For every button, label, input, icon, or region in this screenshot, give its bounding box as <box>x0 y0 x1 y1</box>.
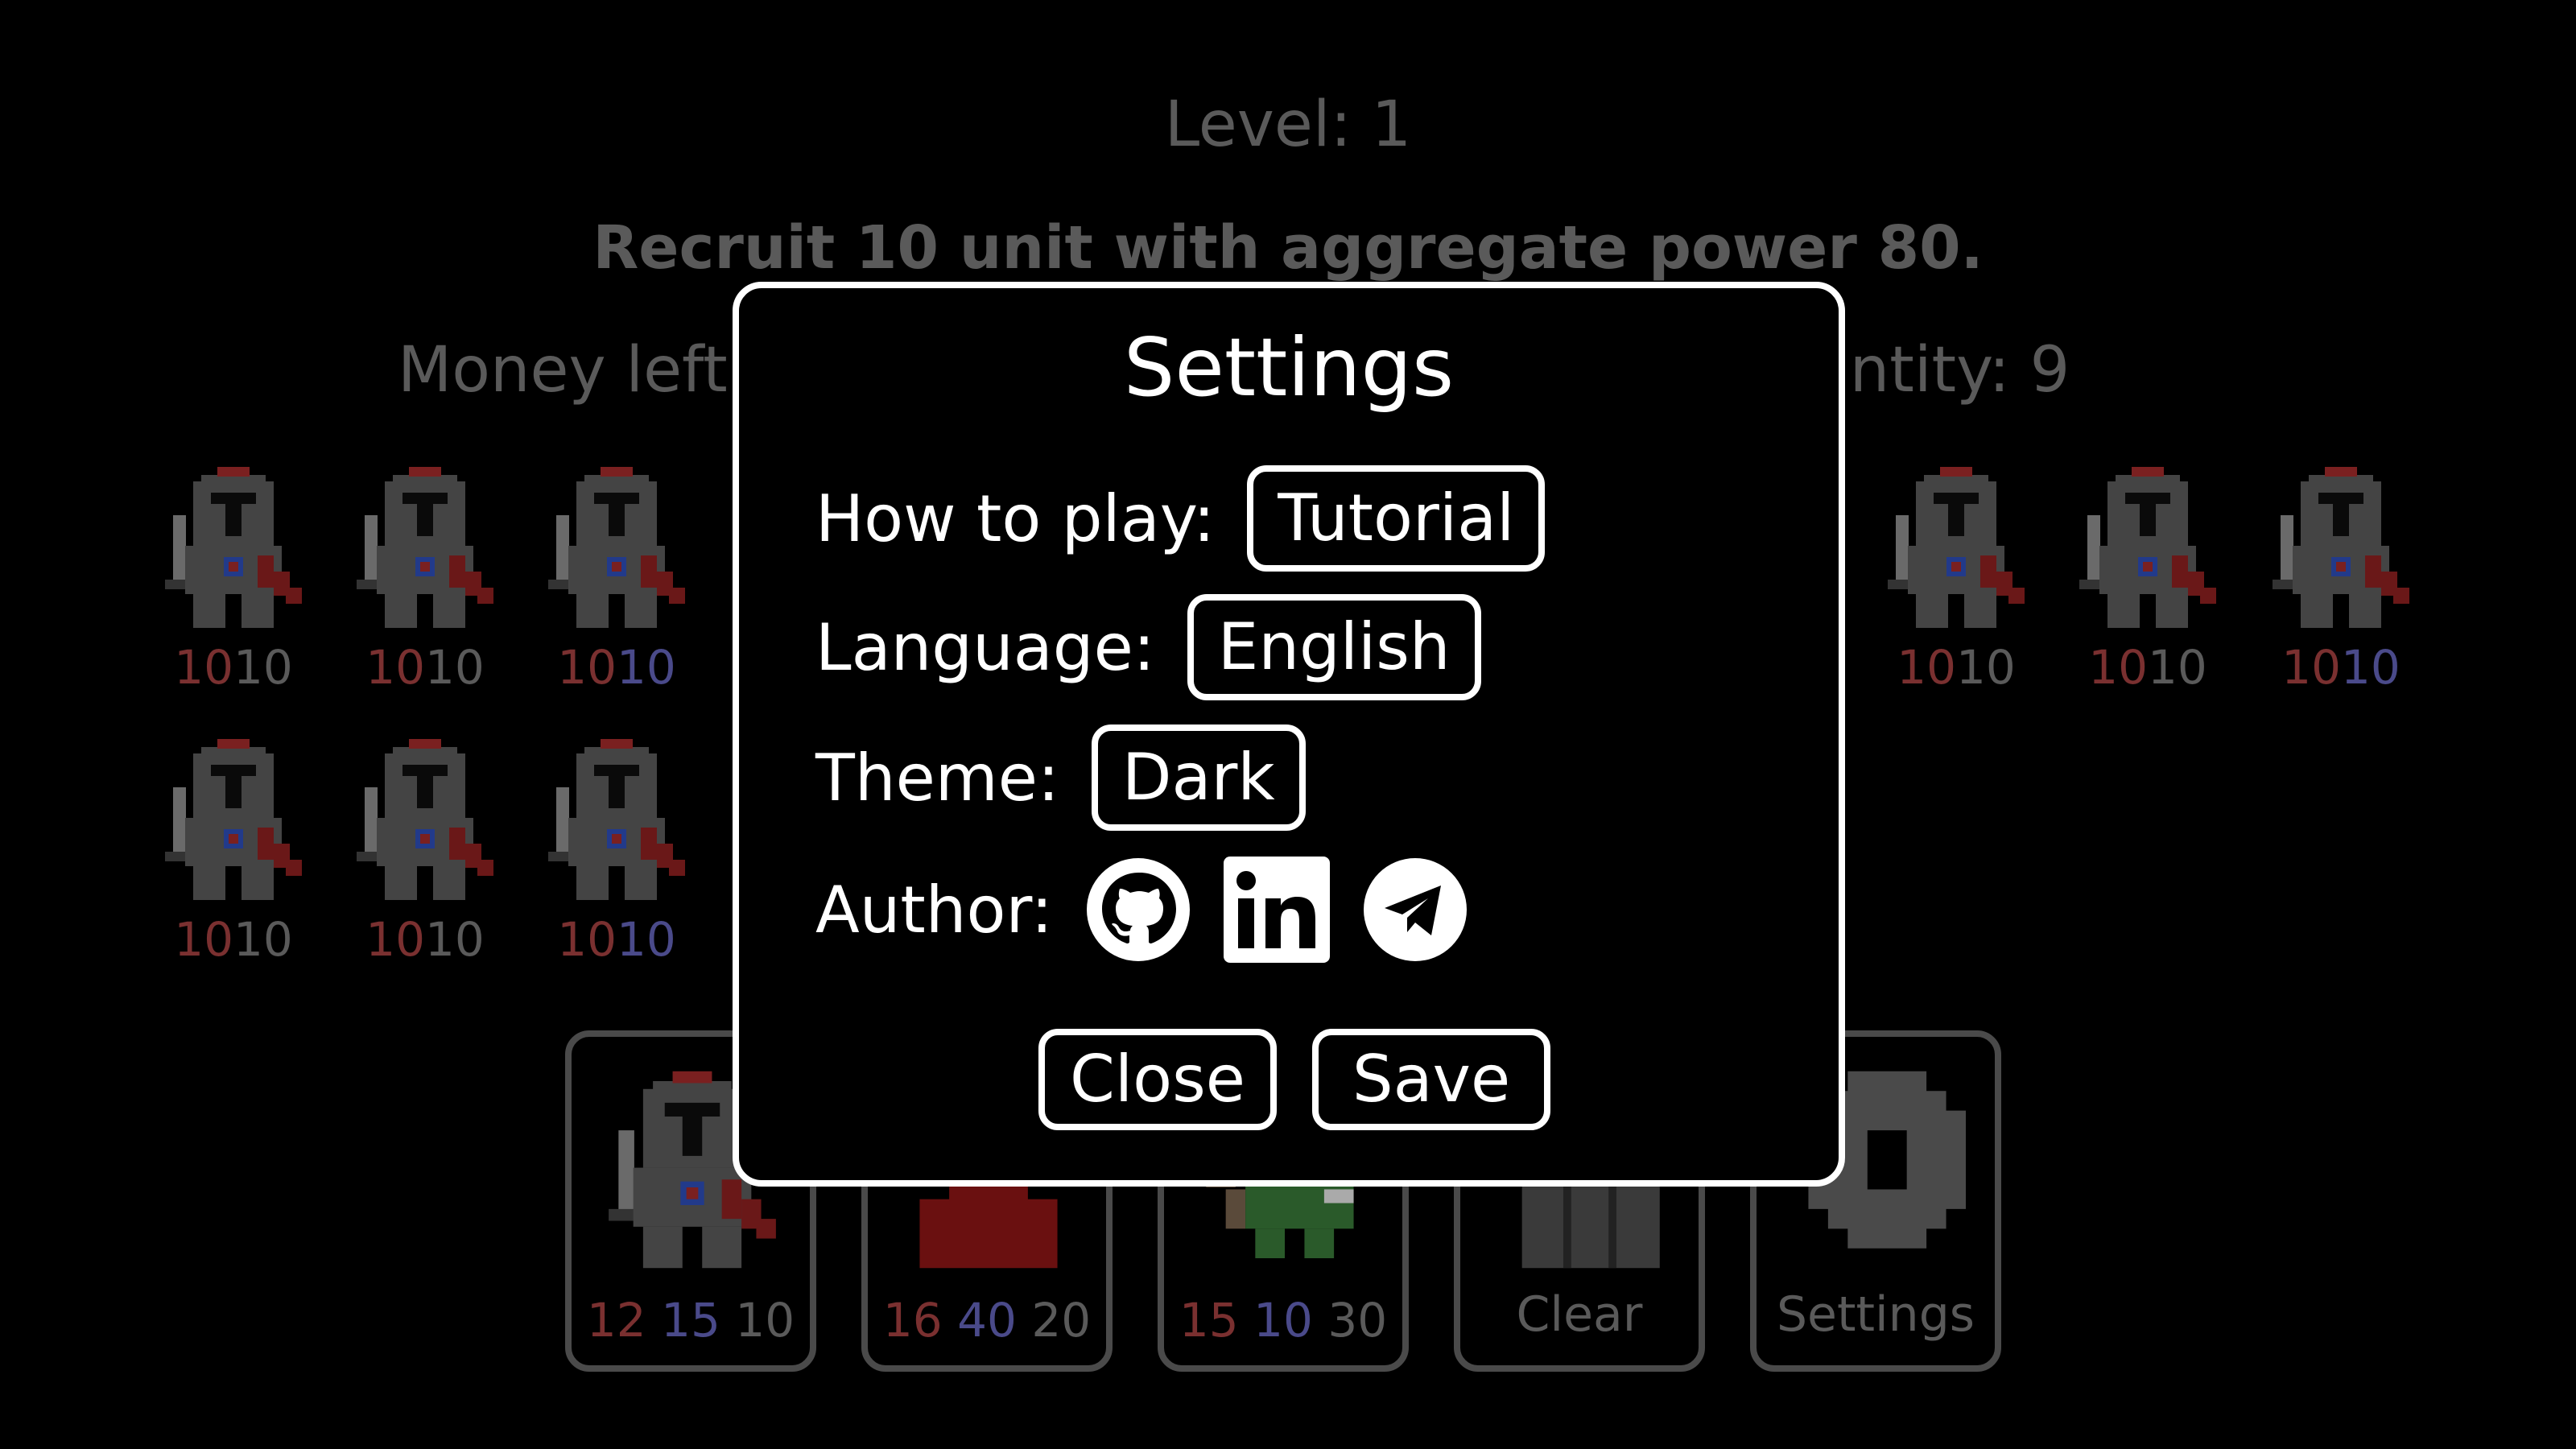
theme-row: Theme: Dark <box>815 724 1306 831</box>
army-unit: 1010 <box>1884 459 2029 708</box>
unit-defense: 10 <box>425 912 485 967</box>
card-attack: 16 <box>882 1293 943 1348</box>
language-row: Language: English <box>815 594 1481 700</box>
army-unit: 1010 <box>161 731 306 980</box>
author-label: Author: <box>815 872 1053 947</box>
card-cost: 10 <box>735 1293 795 1348</box>
linkedin-icon[interactable] <box>1223 857 1330 963</box>
knight-icon <box>2079 467 2216 628</box>
objective-text: Recruit 10 unit with aggregate power 80. <box>592 213 1984 283</box>
army-unit: 1010 <box>161 459 306 708</box>
unit-attack: 10 <box>1897 640 1956 695</box>
level-indicator: Level: 1 <box>1164 89 1412 161</box>
unit-attack: 10 <box>557 640 617 695</box>
settings-dialog: Settings How to play: Tutorial Language:… <box>733 282 1845 1187</box>
unit-attack: 10 <box>2281 640 2341 695</box>
theme-label: Theme: <box>815 740 1059 815</box>
unit-attack: 10 <box>365 640 425 695</box>
unit-attack: 10 <box>557 912 617 967</box>
unit-defense: 10 <box>617 912 676 967</box>
knight-icon <box>165 739 302 900</box>
save-button[interactable]: Save <box>1312 1029 1550 1130</box>
tutorial-button[interactable]: Tutorial <box>1247 465 1546 572</box>
how-to-play-row: How to play: Tutorial <box>815 465 1546 572</box>
knight-icon <box>548 739 685 900</box>
card-defense: 40 <box>957 1293 1017 1348</box>
unit-defense: 10 <box>617 640 676 695</box>
unit-attack: 10 <box>2088 640 2148 695</box>
card-attack: 12 <box>586 1293 646 1348</box>
close-button[interactable]: Close <box>1038 1029 1277 1130</box>
knight-icon <box>1888 467 2025 628</box>
card-cost: 20 <box>1031 1293 1092 1348</box>
language-select[interactable]: English <box>1187 594 1481 700</box>
author-row: Author: <box>815 857 1468 963</box>
language-label: Language: <box>815 609 1155 685</box>
army-unit: 1010 <box>544 731 689 980</box>
knight-icon <box>357 739 493 900</box>
clear-label: Clear <box>1516 1286 1643 1343</box>
knight-icon <box>357 467 493 628</box>
army-unit: 1010 <box>2268 459 2413 708</box>
unit-defense: 10 <box>2148 640 2207 695</box>
army-unit: 1010 <box>353 731 497 980</box>
card-cost: 30 <box>1327 1293 1388 1348</box>
money-left-label: Money left: <box>398 334 749 407</box>
unit-defense: 10 <box>233 640 293 695</box>
theme-select[interactable]: Dark <box>1091 724 1306 831</box>
unit-attack: 10 <box>365 912 425 967</box>
army-unit: 1010 <box>544 459 689 708</box>
card-defense: 10 <box>1253 1293 1313 1348</box>
unit-attack: 10 <box>174 640 233 695</box>
card-attack: 15 <box>1179 1293 1239 1348</box>
unit-defense: 10 <box>1956 640 2016 695</box>
knight-icon <box>165 467 302 628</box>
github-icon[interactable] <box>1085 857 1191 963</box>
settings-title: Settings <box>1123 320 1455 415</box>
knight-icon <box>548 467 685 628</box>
card-defense: 15 <box>661 1293 720 1348</box>
unit-defense: 10 <box>2341 640 2401 695</box>
unit-defense: 10 <box>425 640 485 695</box>
telegram-icon[interactable] <box>1362 857 1468 963</box>
army-unit: 1010 <box>2075 459 2220 708</box>
knight-icon <box>2273 467 2409 628</box>
unit-defense: 10 <box>233 912 293 967</box>
army-unit: 1010 <box>353 459 497 708</box>
how-to-play-label: How to play: <box>815 481 1216 556</box>
unit-attack: 10 <box>174 912 233 967</box>
quantity-label: antity: 9 <box>1811 334 2070 407</box>
settings-label: Settings <box>1776 1286 1975 1343</box>
